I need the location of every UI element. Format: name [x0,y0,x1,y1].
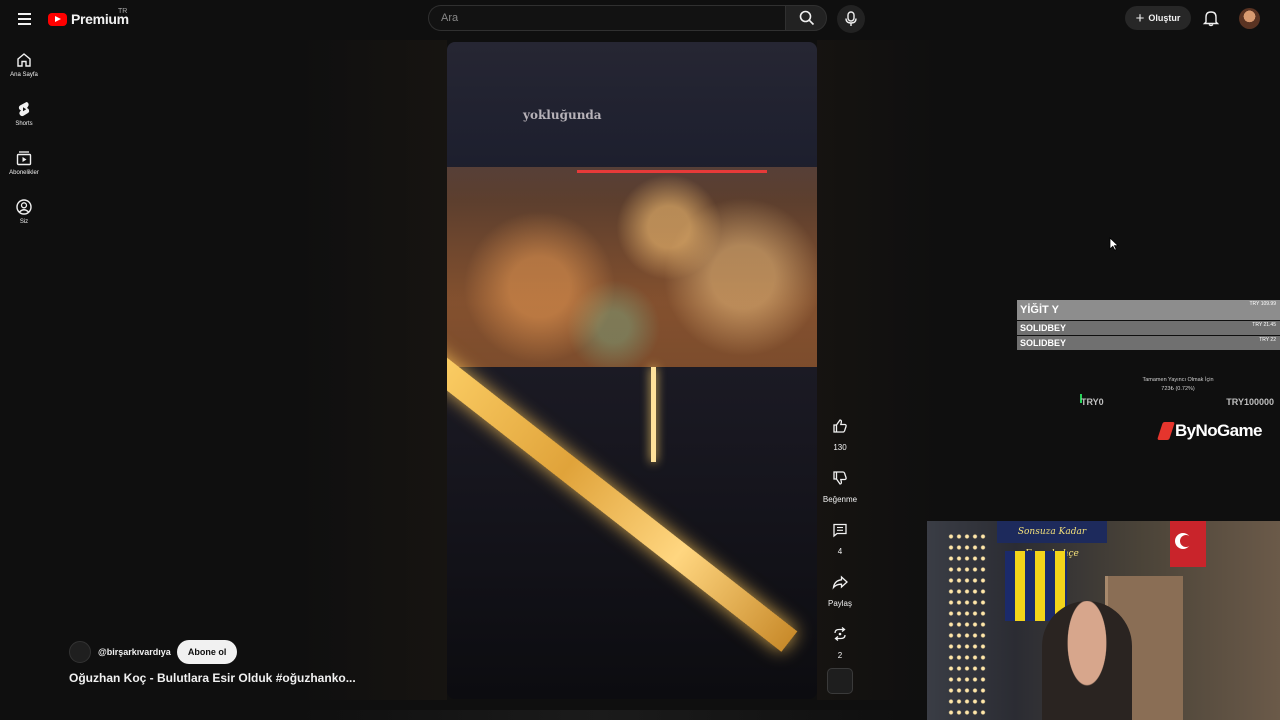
mini-sidebar: Ana Sayfa Shorts Abonelikler Siz [0,46,48,242]
thumbs-up-icon [833,419,847,433]
home-icon [17,53,31,67]
like-button[interactable] [824,410,856,442]
comments-button[interactable] [824,514,856,546]
donation-amount: TRY 22 [1259,337,1276,343]
youtube-premium-logo[interactable]: Premium [48,9,129,29]
comments-action: 4 [822,514,858,556]
donor-name: YİĞİT Y [1020,304,1059,316]
channel-name[interactable]: @birşarkıvardıya [98,647,171,657]
sidebar-item-home[interactable]: Ana Sayfa [0,46,48,94]
mouse-cursor-icon [1109,237,1119,251]
plus-icon: + [1135,9,1145,27]
voice-search-button[interactable] [837,5,865,33]
webcam-streamer [1042,601,1132,720]
donation-list: YİĞİT Y TRY 109.99 SOLIDBEY TRY 21.45 SO… [1017,300,1280,350]
subscriptions-icon [16,151,32,166]
remix-button[interactable] [824,618,856,650]
share-label: Paylaş [827,599,852,608]
top-bar: Premium TR + Oluştur [0,0,1280,38]
subscribe-button[interactable]: Abone ol [176,640,238,664]
menu-icon[interactable] [12,7,36,31]
microphone-icon [845,11,857,26]
bynogame-text: ByNoGame [1175,421,1262,440]
sidebar-item-shorts[interactable]: Shorts [0,95,48,143]
like-action: 130 [822,410,858,452]
webcam-fairy-lights [947,531,987,720]
thumbs-down-icon [833,471,847,485]
sidebar-item-subscriptions[interactable]: Abonelikler [0,144,48,192]
sidebar-item-label: Ana Sayfa [10,72,38,78]
remix-action: 2 [822,618,858,660]
goal-title: Tamamen Yayıncı Olmak İçin [1142,377,1214,383]
sound-action [822,668,858,694]
search-button[interactable] [785,5,827,31]
donation-goal: Tamamen Yayıncı Olmak İçin 723₺ (0.72%) … [1080,377,1276,407]
comment-icon [833,523,847,538]
channel-avatar[interactable] [69,641,91,663]
channel-info: @birşarkıvardıya Abone ol [69,640,238,664]
goal-min-label: TRY0 [1081,397,1104,407]
youtube-play-icon [48,12,67,26]
short-title[interactable]: Oğuzhan Koç - Bulutlara Esir Olduk #oğuz… [69,671,369,685]
video-bridge-tower [651,367,656,462]
comment-count: 4 [837,547,843,556]
dislike-action: Beğenme [822,462,858,504]
video-far-bridge [577,170,767,187]
remix-count: 2 [837,651,843,660]
create-button[interactable]: + Oluştur [1125,6,1191,30]
search-icon [799,10,815,26]
bottom-shadow [300,710,900,720]
ambient-glow-left [300,40,447,700]
search-box [428,5,785,31]
webcam-banner: Sonsuza Kadar Fenerbahçe [997,521,1107,559]
remix-icon [834,626,846,642]
sound-thumbnail[interactable] [827,668,853,694]
create-label: Oluştur [1148,13,1181,23]
sidebar-item-label: Siz [19,219,29,225]
dislike-label: Beğenme [822,495,858,504]
goal-max-label: TRY100000 [1226,397,1274,407]
sidebar-item-label: Shorts [15,121,33,127]
bynogame-mark-icon [1157,422,1175,440]
video-caption-overlay: yokluğunda [523,108,602,122]
donor-name: SOLIDBEY [1020,323,1067,333]
share-action: Paylaş [822,566,858,608]
sidebar-item-label: Abonelikler [9,170,39,176]
account-circle-icon [16,199,32,215]
donor-name: SOLIDBEY [1020,338,1067,348]
dislike-button[interactable] [824,462,856,494]
goal-progress-text: 723₺ (0.72%) [1161,386,1195,392]
search-input[interactable] [439,11,773,25]
donation-amount: TRY 109.99 [1249,301,1276,307]
short-video-player[interactable]: yokluğunda [447,42,817,699]
donation-row: SOLIDBEY TRY 22 [1017,336,1280,350]
donation-row: SOLIDBEY TRY 21.45 [1017,321,1280,335]
video-city-lights [447,167,817,367]
donation-amount: TRY 21.45 [1252,322,1276,328]
donation-row: YİĞİT Y TRY 109.99 [1017,300,1280,320]
like-count: 130 [833,443,847,452]
turkish-flag-icon [1170,521,1206,567]
notifications-button[interactable] [1201,8,1221,28]
user-avatar[interactable] [1239,8,1260,29]
shorts-icon [18,102,30,117]
bell-icon [1202,11,1220,27]
bynogame-logo: ByNoGame [1157,421,1262,441]
share-button[interactable] [824,566,856,598]
streamer-webcam: Sonsuza Kadar Fenerbahçe [927,521,1280,720]
country-code: TR [118,8,128,15]
sidebar-item-you[interactable]: Siz [0,193,48,241]
share-icon [832,575,848,590]
